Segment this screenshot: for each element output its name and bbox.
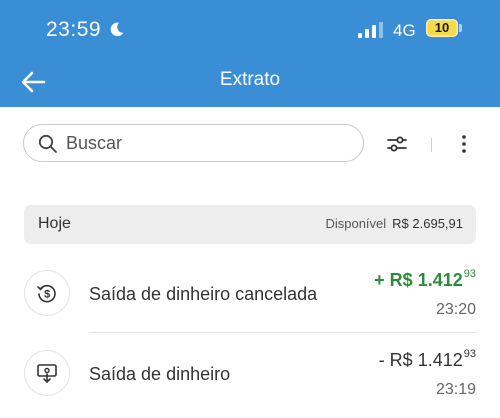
transaction-item[interactable]: $ Saída de dinheiro cancelada + R$ 1.412… <box>0 268 500 338</box>
amount-cents: 93 <box>463 348 476 360</box>
filter-icon[interactable] <box>386 133 408 155</box>
battery-icon: 10 <box>426 19 458 37</box>
search-box[interactable] <box>23 124 364 162</box>
toolbar-divider <box>431 138 432 152</box>
app-bar: Extrato <box>0 60 500 107</box>
transaction-time: 23:19 <box>435 381 476 398</box>
battery-cap <box>459 24 462 32</box>
moon-icon <box>110 22 124 37</box>
page-title: Extrato <box>219 69 281 90</box>
day-label: Hoje <box>38 215 71 232</box>
status-time: 23:59 <box>46 18 102 41</box>
amount-cents: 93 <box>463 268 476 280</box>
more-options-icon[interactable] <box>458 133 470 155</box>
transaction-item[interactable]: Saída de dinheiro - R$ 1.41293 23:19 <box>0 348 500 418</box>
search-icon <box>38 134 57 153</box>
amount-main: - R$ 1.412 <box>378 350 463 370</box>
transaction-time: 23:20 <box>435 301 476 318</box>
transaction-title: Saída de dinheiro cancelada <box>89 284 318 304</box>
cash-out-icon <box>37 364 57 383</box>
transaction-icon-wrap: $ <box>24 270 70 316</box>
available-balance: Disponível R$ 2.695,91 <box>325 216 463 231</box>
money-return-icon: $ <box>37 284 56 303</box>
svg-text:$: $ <box>44 289 50 301</box>
battery-level: 10 <box>434 20 450 35</box>
transaction-amount: + R$ 1.41293 <box>374 268 476 291</box>
network-type: 4G <box>393 21 416 40</box>
search-input[interactable] <box>64 125 348 162</box>
signal-icon <box>358 22 383 38</box>
day-group-header: Hoje Disponível R$ 2.695,91 <box>24 205 476 244</box>
status-bar: 23:59 4G 10 <box>0 0 500 60</box>
row-divider <box>89 332 476 333</box>
available-amount: R$ 2.695,91 <box>392 216 463 231</box>
available-label: Disponível <box>325 216 387 231</box>
amount-main: + R$ 1.412 <box>374 270 463 290</box>
transaction-amount: - R$ 1.41293 <box>378 348 476 371</box>
transaction-icon-wrap <box>24 350 70 396</box>
transaction-title: Saída de dinheiro <box>89 364 231 384</box>
